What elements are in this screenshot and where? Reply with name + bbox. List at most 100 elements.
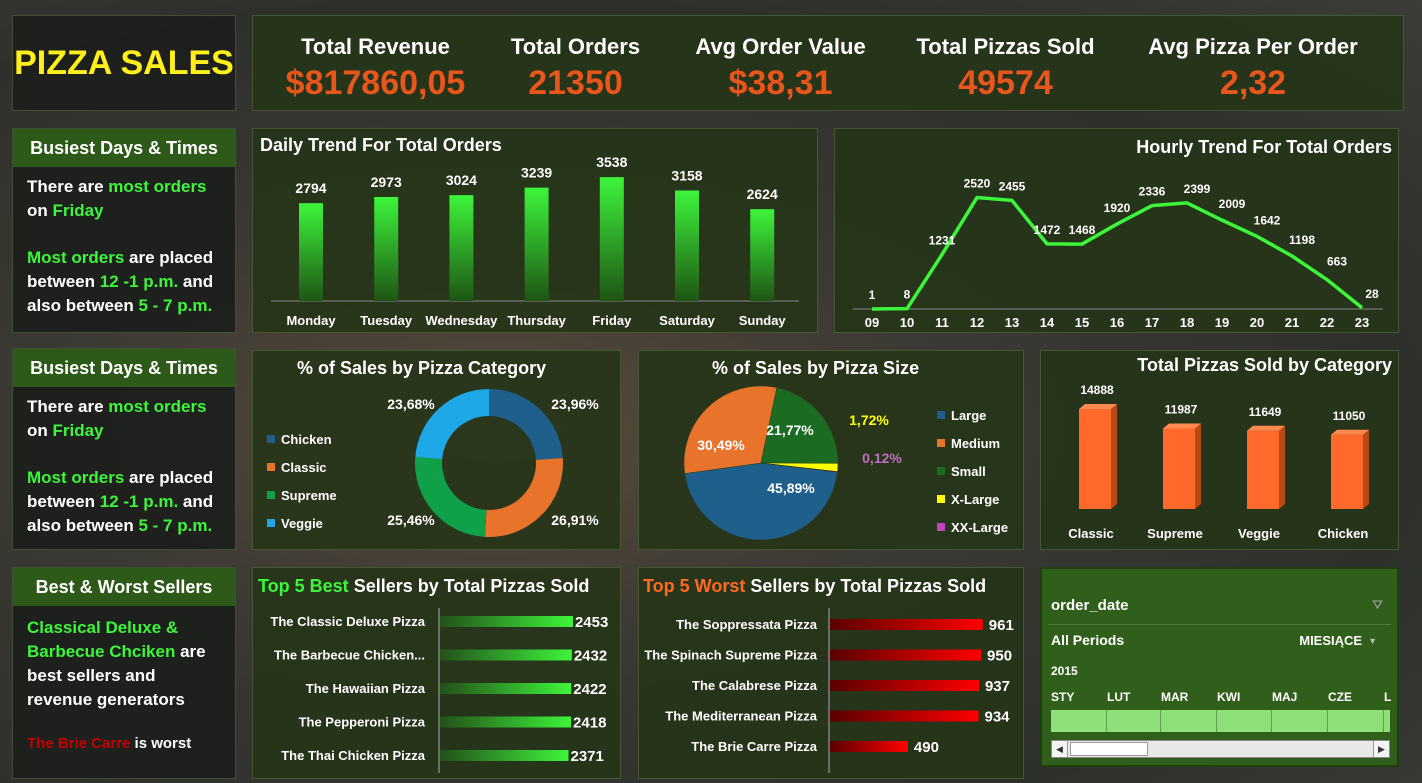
tick-label: The Brie Carre Pizza xyxy=(691,739,817,754)
order-date-slicer[interactable]: order_date ⛛ All Periods MIESIĄCE ▼ 2015 … xyxy=(1040,567,1399,767)
bar xyxy=(1163,428,1195,509)
timeline-cell[interactable] xyxy=(1328,710,1384,732)
data-label: 3538 xyxy=(596,154,627,170)
tick-label: The Classic Deluxe Pizza xyxy=(270,614,425,629)
month-label: STY xyxy=(1051,690,1075,704)
tick-label: 15 xyxy=(1075,315,1089,330)
tick-label: Chicken xyxy=(1318,526,1369,541)
timeline-cell[interactable] xyxy=(1272,710,1328,732)
data-label: 2453 xyxy=(575,614,608,631)
tick-label: 10 xyxy=(900,315,914,330)
tick-label: 13 xyxy=(1005,315,1019,330)
data-label: 11649 xyxy=(1249,405,1282,419)
tick-label: 19 xyxy=(1215,315,1229,330)
data-label: 11050 xyxy=(1333,409,1366,423)
data-label: 26,91% xyxy=(551,512,599,528)
data-label: 45,89% xyxy=(767,480,815,496)
tick-label: The Pepperoni Pizza xyxy=(299,715,426,730)
size-pct-panel: % of Sales by Pizza Size Large Medium Sm… xyxy=(638,350,1024,550)
bar xyxy=(1079,409,1111,509)
tick-label: 11 xyxy=(935,315,949,330)
kpi-label: Avg Pizza Per Order xyxy=(1148,34,1358,59)
daily-trend-chart: 2794 Monday 2973 Tuesday 3024 Wednesday 3239 Th… xyxy=(271,154,799,328)
slicer-field-label: order_date xyxy=(1051,597,1129,614)
bar xyxy=(449,195,474,301)
category-donut-chart: 23,96% 26,91% 25,46% 23,68% xyxy=(387,389,599,537)
data-label: 25,46% xyxy=(387,512,435,528)
scroll-left-button[interactable]: ◀ xyxy=(1052,741,1068,757)
kpi-bar: Total Revenue $817860,05 Total Orders 2135… xyxy=(252,15,1404,111)
data-label: 663 xyxy=(1327,255,1347,269)
worst-sellers-chart: The Soppressata Pizza 961 The Spinach Supr… xyxy=(644,608,1014,773)
kpi-value: $38,31 xyxy=(728,64,833,102)
tick-label: 14 xyxy=(1040,315,1055,330)
month-label: MAJ xyxy=(1272,690,1298,704)
year-label: 2015 xyxy=(1051,664,1078,678)
tick-label: Supreme xyxy=(1147,526,1203,541)
hourly-trend-chart: 09 1 10 8 11 1231 12 2520 13 2455 14 1472 15 1468 16 19… xyxy=(853,177,1383,330)
kpi-label: Avg Order Value xyxy=(695,34,866,59)
timeline-cell[interactable] xyxy=(1217,710,1272,732)
kpi-label: Total Revenue xyxy=(301,34,450,59)
bar xyxy=(299,203,323,301)
tick-label: The Spinach Supreme Pizza xyxy=(644,648,817,663)
data-label: 1642 xyxy=(1254,213,1281,227)
clear-filter-icon[interactable]: ⛛ xyxy=(1372,597,1383,613)
data-label: 2624 xyxy=(747,186,778,202)
bar xyxy=(830,619,983,630)
data-label: 490 xyxy=(914,739,939,756)
data-label: 937 xyxy=(985,678,1010,695)
bar xyxy=(1331,434,1363,509)
bar xyxy=(440,683,572,694)
tick-label: Thursday xyxy=(507,313,566,328)
data-label: 2794 xyxy=(295,180,326,196)
data-label: 1198 xyxy=(1289,233,1315,247)
data-label: 950 xyxy=(987,648,1012,665)
data-label: 28 xyxy=(1365,287,1379,301)
scroll-right-button[interactable]: ▶ xyxy=(1373,741,1389,757)
data-label: 2399 xyxy=(1184,182,1211,196)
tick-label: The Hawaiian Pizza xyxy=(306,681,426,696)
scroll-thumb[interactable] xyxy=(1070,742,1148,756)
bar xyxy=(440,716,572,728)
data-label: 0,12% xyxy=(862,450,902,466)
kpi-value: $817860,05 xyxy=(285,64,466,102)
tick-label: 20 xyxy=(1250,315,1264,330)
data-label: 1920 xyxy=(1104,201,1131,215)
bar xyxy=(830,649,982,661)
timeline-cell[interactable] xyxy=(1051,710,1107,732)
kpi-value: 2,32 xyxy=(1219,64,1287,102)
time-level-dropdown[interactable]: MIESIĄCE ▼ xyxy=(1299,633,1377,648)
all-periods-label[interactable]: All Periods xyxy=(1051,632,1124,648)
timeline-cell[interactable] xyxy=(1107,710,1161,732)
data-label: 21,77% xyxy=(766,422,814,438)
tick-label: The Soppressata Pizza xyxy=(676,617,818,632)
note-title: Best & Worst Sellers xyxy=(13,568,235,606)
tick-label: Wednesday xyxy=(425,313,498,328)
timeline-cell[interactable] xyxy=(1384,710,1390,732)
month-label: KWI xyxy=(1217,690,1241,704)
timeline-scrollbar[interactable]: ◀ ▶ xyxy=(1051,740,1390,758)
bar xyxy=(675,190,699,301)
tick-label: The Barbecue Chicken... xyxy=(274,648,425,663)
note-title: Busiest Days & Times xyxy=(13,349,235,387)
timeline-cell[interactable] xyxy=(1161,710,1217,732)
tick-label: 17 xyxy=(1145,315,1159,330)
data-label: 1468 xyxy=(1069,223,1096,237)
note-best-worst: Best & Worst Sellers Classical Deluxe & … xyxy=(12,567,236,779)
data-label: 2455 xyxy=(999,179,1026,193)
bar xyxy=(830,741,908,752)
data-label: 2422 xyxy=(573,681,606,698)
bar xyxy=(830,710,979,722)
note-text: There are most orders on Friday Most ord… xyxy=(27,397,214,535)
note-busiest-1: Busiest Days & Times There are most orde… xyxy=(12,128,236,333)
data-label: 2371 xyxy=(571,748,604,765)
kpi-avg-pizza-per-order: Avg Pizza Per Order 2,32 xyxy=(1133,16,1373,103)
month-timeline[interactable] xyxy=(1051,710,1390,732)
size-pie-chart: 45,89% 30,49% 21,77% 1,72% 0,12% xyxy=(683,385,902,541)
bar-side xyxy=(1279,425,1285,509)
tick-label: 22 xyxy=(1320,315,1334,330)
worst-sellers-panel: Top 5 Worst Sellers by Total Pizzas Sold… xyxy=(638,567,1024,779)
tick-label: Sunday xyxy=(739,313,787,328)
best-sellers-panel: Top 5 Best Sellers by Total Pizzas Sold … xyxy=(252,567,621,779)
